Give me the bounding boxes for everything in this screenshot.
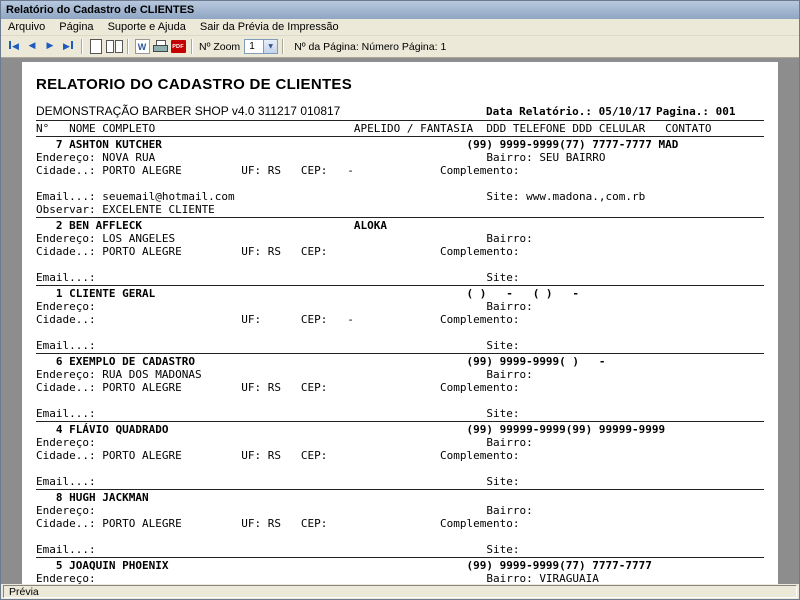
client-record: 5 JOAQUIN PHOENIX (99) 9999-9999(77) 777…: [36, 559, 764, 584]
report-page: RELATORIO DO CADASTRO DE CLIENTES DEMONS…: [22, 62, 778, 584]
record-city-line: Cidade..: UF: CEP: - Complemento:: [36, 313, 520, 326]
print-button[interactable]: [151, 38, 169, 56]
client-record: 7 ASHTON KUTCHER (99) 9999-9999(77) 7777…: [36, 138, 764, 218]
record-name-phone-line: 2 BEN AFFLECK ALOKA: [36, 219, 387, 232]
record-email-line: Email...: seuemail@hotmail.com Site: www…: [36, 190, 646, 203]
record-divider: [36, 285, 764, 286]
header-divider: [36, 136, 764, 137]
record-divider: [36, 217, 764, 218]
record-divider: [36, 421, 764, 422]
client-record: 8 HUGH JACKMAN Endereço: Bairro: Cidade.…: [36, 491, 764, 558]
window-title: Relatório do Cadastro de CLIENTES: [6, 4, 195, 16]
record-address-line: Endereço: Bairro:: [36, 504, 533, 517]
next-page-icon: ▶: [46, 41, 54, 51]
zoom-value: 1: [249, 41, 255, 52]
export-word-button[interactable]: W: [133, 38, 151, 56]
record-city-line: Cidade..: PORTO ALEGRE UF: RS CEP: Compl…: [36, 449, 520, 462]
menu-sair-previa[interactable]: Sair da Prévia de Impressão: [193, 19, 346, 35]
record-divider: [36, 353, 764, 354]
record-address-line: Endereço: Bairro:: [36, 300, 533, 313]
record-divider: [36, 557, 764, 558]
status-text: Prévia: [9, 585, 39, 598]
record-email-line: Email...: Site:: [36, 271, 520, 284]
previous-page-button[interactable]: ◀: [23, 38, 41, 56]
zoom-select[interactable]: 1 ▼: [244, 39, 279, 54]
two-pages-icon: [105, 40, 123, 53]
title-bar: Relatório do Cadastro de CLIENTES: [1, 1, 799, 19]
client-record: 2 BEN AFFLECK ALOKA Endereço: LOS ANGELE…: [36, 219, 764, 286]
client-record: 1 CLIENTE GERAL ( ) - ( ) - Endereço: Ba…: [36, 287, 764, 354]
record-address-line: Endereço: NOVA RUA Bairro: SEU BAIRRO: [36, 151, 606, 164]
chevron-down-icon: ▼: [268, 43, 273, 50]
toolbar-separator: [191, 39, 193, 54]
record-name-phone-line: 8 HUGH JACKMAN: [36, 491, 149, 504]
header-divider: [36, 120, 764, 121]
toolbar-separator: [127, 39, 129, 54]
previous-page-icon: ◀: [28, 41, 36, 51]
last-page-icon: ▶: [63, 41, 73, 52]
record-divider: [36, 489, 764, 490]
record-city-line: Cidade..: PORTO ALEGRE UF: RS CEP: Compl…: [36, 381, 520, 394]
menu-suporte-ajuda[interactable]: Suporte e Ajuda: [101, 19, 193, 35]
app-window: Relatório do Cadastro de CLIENTES Arquiv…: [0, 0, 800, 600]
record-address-line: Endereço: RUA DOS MADONAS Bairro:: [36, 368, 533, 381]
record-email-line: Email...: Site:: [36, 339, 520, 352]
status-panel: Prévia: [3, 585, 797, 598]
report-title: RELATORIO DO CADASTRO DE CLIENTES: [36, 76, 353, 93]
record-address-line: Endereço: Bairro:: [36, 436, 533, 449]
single-page-icon: [90, 39, 102, 54]
zoom-dropdown-button[interactable]: ▼: [263, 40, 278, 53]
record-city-line: Cidade..: PORTO ALEGRE UF: RS CEP: Compl…: [36, 245, 520, 258]
next-page-button[interactable]: ▶: [41, 38, 59, 56]
status-bar: Prévia: [1, 584, 799, 599]
export-pdf-button[interactable]: PDF: [169, 38, 187, 56]
preview-area[interactable]: RELATORIO DO CADASTRO DE CLIENTES DEMONS…: [1, 58, 799, 584]
page-number-info: Nº da Página: Número Página: 1: [294, 40, 447, 53]
record-name-phone-line: 6 EXEMPLO DE CADASTRO (99) 9999-9999( ) …: [36, 355, 606, 368]
record-address-line: Endereço: LOS ANGELES Bairro:: [36, 232, 533, 245]
report-date: Data Relatório.: 05/10/17: [486, 105, 652, 118]
printer-icon: [152, 40, 168, 53]
record-name-phone-line: 5 JOAQUIN PHOENIX (99) 9999-9999(77) 777…: [36, 559, 652, 572]
word-icon: W: [134, 39, 150, 54]
record-email-line: Email...: Site:: [36, 407, 520, 420]
two-page-view-button[interactable]: [105, 38, 123, 56]
menu-bar: Arquivo Página Suporte e Ajuda Sair da P…: [1, 19, 799, 36]
menu-arquivo[interactable]: Arquivo: [1, 19, 52, 35]
toolbar-separator: [282, 39, 285, 54]
report-page-number: Pagina.: 001: [656, 105, 736, 118]
record-name-phone-line: 4 FLÁVIO QUADRADO (99) 99999-9999(99) 99…: [36, 423, 666, 436]
toolbar: ◀ ◀ ▶ ▶ W PDF Nº Zoom 1 ▼ Nº da Página: …: [1, 36, 799, 58]
record-email-line: Email...: Site:: [36, 543, 520, 556]
record-city-line: Cidade..: PORTO ALEGRE UF: RS CEP: Compl…: [36, 517, 520, 530]
report-subheader: DEMONSTRAÇÃO BARBER SHOP v4.0 311217 010…: [36, 103, 764, 119]
first-page-button[interactable]: ◀: [5, 38, 23, 56]
single-page-view-button[interactable]: [87, 38, 105, 56]
toolbar-separator: [81, 39, 83, 54]
record-name-phone-line: 1 CLIENTE GERAL ( ) - ( ) -: [36, 287, 580, 300]
record-email-line: Email...: Site:: [36, 475, 520, 488]
columns-header: N° NOME COMPLETO APELIDO / FANTASIA DDD …: [36, 122, 712, 135]
last-page-button[interactable]: ▶: [59, 38, 77, 56]
record-notes-line: Observar: EXCELENTE CLIENTE: [36, 203, 215, 216]
zoom-label: Nº Zoom: [199, 40, 241, 53]
first-page-icon: ◀: [9, 41, 19, 52]
record-city-line: Cidade..: PORTO ALEGRE UF: RS CEP: - Com…: [36, 164, 520, 177]
pdf-icon: PDF: [170, 40, 186, 53]
client-record: 6 EXEMPLO DE CADASTRO (99) 9999-9999( ) …: [36, 355, 764, 422]
menu-pagina[interactable]: Página: [52, 19, 100, 35]
record-address-line: Endereço: Bairro: VIRAGUAIA: [36, 572, 599, 584]
record-name-phone-line: 7 ASHTON KUTCHER (99) 9999-9999(77) 7777…: [36, 138, 679, 151]
report-subtitle: DEMONSTRAÇÃO BARBER SHOP v4.0 311217 010…: [36, 104, 341, 118]
client-record: 4 FLÁVIO QUADRADO (99) 99999-9999(99) 99…: [36, 423, 764, 490]
